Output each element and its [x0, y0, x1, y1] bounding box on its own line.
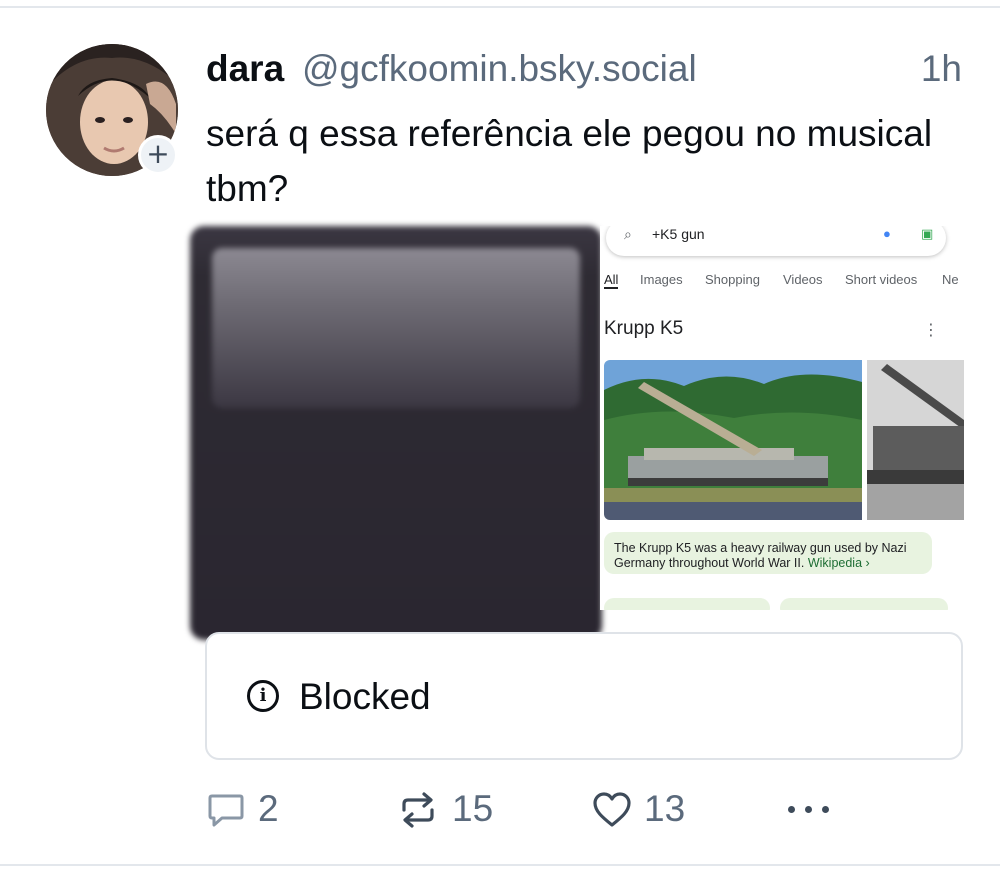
blocked-quote-card[interactable]: i Blocked	[205, 632, 963, 760]
top-divider	[0, 6, 1000, 8]
embedded-wikipedia-link: Wikipedia ›	[807, 556, 870, 570]
railway-gun-photo	[604, 360, 862, 520]
embedded-result-title: Krupp K5	[604, 318, 684, 339]
blocked-label: Blocked	[299, 676, 431, 717]
embedded-tab-images: Images	[640, 272, 683, 287]
more-options-button[interactable]	[786, 790, 836, 834]
embedded-search-tabs: All Images Shopping Videos Short videos …	[604, 272, 964, 292]
vertical-ellipsis-icon: ⋮	[923, 322, 939, 339]
like-count: 13	[644, 788, 686, 829]
reply-count: 2	[258, 788, 279, 829]
blurred-image-attachment[interactable]	[190, 226, 602, 640]
embedded-search-bar: ⌕ +K5 gun ● ▣	[606, 226, 946, 256]
embedded-tab-news: Ne	[942, 272, 959, 287]
railway-gun-archive-photo	[867, 360, 964, 520]
ellipsis-icon	[822, 806, 829, 813]
blurred-image-highlight	[212, 248, 580, 408]
reply-button[interactable]: 2	[206, 788, 306, 832]
ellipsis-icon	[805, 806, 812, 813]
embedded-tab-all: All	[604, 272, 619, 289]
like-button[interactable]: 13	[592, 788, 712, 832]
embedded-chip	[780, 598, 948, 610]
post-body-text: será q essa referência ele pegou no musi…	[206, 113, 933, 209]
embedded-tab-short-videos: Short videos	[845, 272, 918, 287]
repost-button[interactable]: 15	[398, 788, 518, 832]
embedded-tab-videos: Videos	[783, 272, 823, 287]
info-icon: i	[247, 680, 279, 712]
author-handle[interactable]: @gcfkoomin.bsky.social	[302, 48, 697, 90]
lens-icon: ▣	[921, 226, 934, 241]
ellipsis-icon	[788, 806, 795, 813]
embedded-chip	[604, 598, 770, 610]
heart-icon	[593, 792, 631, 827]
bottom-divider	[0, 864, 1000, 866]
follow-button[interactable]: +	[138, 135, 178, 175]
repost-arrows-icon	[402, 792, 434, 828]
embedded-tab-shopping: Shopping	[705, 272, 760, 287]
post-timestamp[interactable]: 1h	[921, 48, 962, 90]
microphone-icon: ●	[883, 226, 891, 241]
search-screenshot-attachment[interactable]: ⌕ +K5 gun ● ▣ All Images Shopping Videos…	[600, 226, 964, 610]
repost-count: 15	[452, 788, 494, 829]
speech-bubble-icon	[208, 794, 244, 827]
embedded-search-query: +K5 gun	[652, 226, 705, 242]
post-header: dara @gcfkoomin.bsky.social 1h	[206, 48, 966, 98]
embedded-result-description: The Krupp K5 was a heavy railway gun use…	[604, 532, 932, 574]
search-icon: ⌕	[624, 226, 632, 242]
author-display-name[interactable]: dara	[206, 48, 284, 90]
